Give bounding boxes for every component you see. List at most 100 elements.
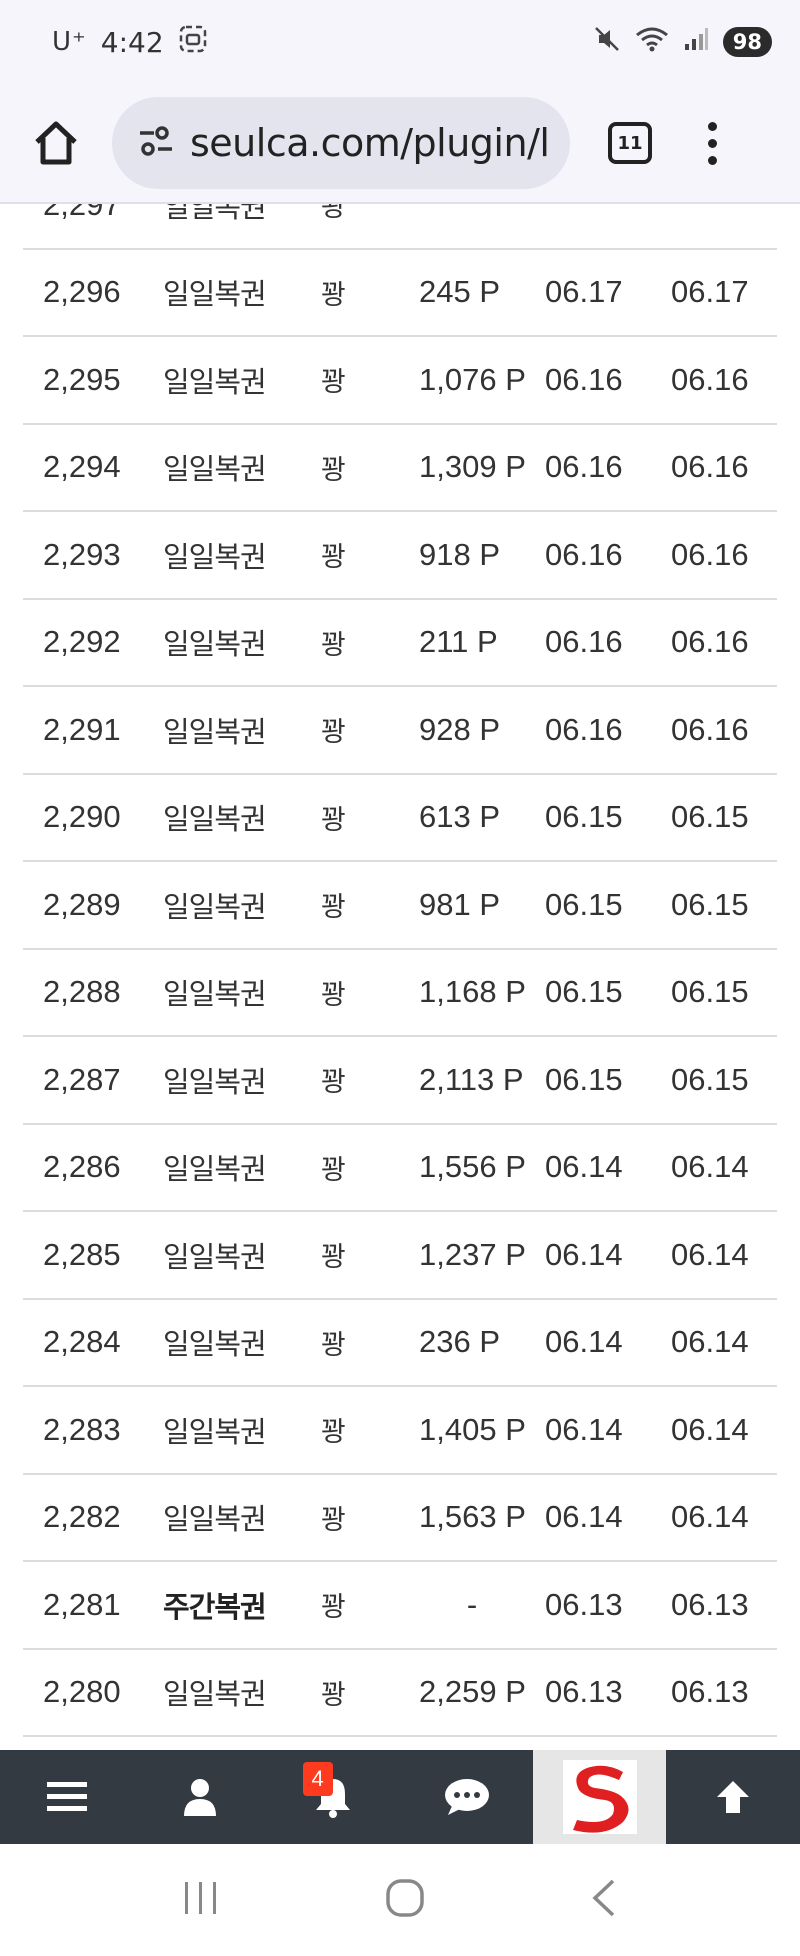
home-button[interactable] <box>20 107 92 179</box>
issued-date: 06.14 <box>671 1411 749 1447</box>
table-row: 2,281 주간복권 꽝 - 06.13 06.13 <box>23 1562 777 1650</box>
issued-date: 06.15 <box>671 886 749 922</box>
draw-date: 06.14 <box>545 1324 623 1360</box>
points-awarded: 981 P <box>419 886 501 922</box>
result-label: 꽝 <box>321 454 346 486</box>
lottery-type: 주간복권 <box>163 1589 267 1624</box>
table-row: 2,295 일일복권 꽝 1,076 P 06.16 06.16 <box>23 337 777 425</box>
entry-number: 2,285 <box>43 1236 121 1272</box>
back-button[interactable] <box>589 1878 619 1922</box>
s-logo-icon <box>572 1765 629 1833</box>
entry-number: 2,291 <box>43 711 121 747</box>
issued-date: 06.14 <box>671 1324 749 1360</box>
wifi-icon <box>635 25 669 60</box>
points-awarded: 1,076 P <box>419 361 526 397</box>
points-awarded: 1,309 P <box>419 449 526 485</box>
home-system-button[interactable] <box>384 1877 426 1923</box>
carrier-label: U⁺ <box>52 27 87 57</box>
result-label: 꽝 <box>321 542 346 574</box>
issued-date: 06.14 <box>671 1236 749 1272</box>
battery-badge: 98 <box>722 27 772 57</box>
issued-date: 06.17 <box>671 274 749 310</box>
points-awarded: 2,113 P <box>419 1061 524 1097</box>
entry-number: 2,290 <box>43 799 121 835</box>
lottery-type: 일일복권 <box>163 1064 267 1099</box>
entry-number: 2,295 <box>43 361 121 397</box>
points-awarded: 613 P <box>419 799 501 835</box>
table-row: 2,285 일일복권 꽝 1,237 P 06.14 06.14 <box>23 1212 777 1300</box>
table-row: 2,292 일일복권 꽝 211 P 06.16 06.16 <box>23 600 777 687</box>
url-text: seulca.com/plugin/l <box>190 121 550 165</box>
points-awarded: 918 P <box>419 536 501 572</box>
table-row: 2,290 일일복권 꽝 613 P 06.15 06.15 <box>23 775 777 862</box>
lottery-type: 일일복권 <box>163 627 267 662</box>
address-bar[interactable]: seulca.com/plugin/l <box>112 97 570 189</box>
more-options-button[interactable] <box>708 121 717 165</box>
scroll-top-button[interactable] <box>666 1750 799 1844</box>
arrow-up-icon <box>717 1781 750 1813</box>
entry-number: 2,280 <box>43 1674 121 1710</box>
draw-date: 06.15 <box>545 1061 623 1097</box>
chat-bubble-icon <box>444 1779 489 1815</box>
points-awarded: - <box>466 1586 478 1622</box>
lottery-type: 일일복권 <box>163 1152 267 1187</box>
site-settings-icon[interactable] <box>136 123 176 163</box>
table-row: 2,297 일일복권 꽝 <box>23 204 777 250</box>
lottery-type: 일일복권 <box>163 204 267 224</box>
points-awarded: 1,237 P <box>419 1236 526 1272</box>
user-icon <box>183 1779 216 1816</box>
status-bar: U⁺ 4:42 98 <box>0 0 800 84</box>
more-dot-icon <box>708 155 717 165</box>
issued-date: 06.13 <box>671 1586 749 1622</box>
more-dot-icon <box>708 138 717 148</box>
result-label: 꽝 <box>321 717 346 749</box>
lottery-type: 일일복권 <box>163 452 267 487</box>
points-awarded: 236 P <box>419 1324 501 1360</box>
draw-date: 06.14 <box>545 1499 623 1535</box>
chat-button[interactable] <box>400 1750 533 1844</box>
lottery-type: 일일복권 <box>163 277 267 312</box>
recent-apps-button[interactable] <box>181 1880 221 1920</box>
points-awarded: 1,563 P <box>419 1499 526 1535</box>
issued-date: 06.16 <box>671 536 749 572</box>
table-row: 2,280 일일복권 꽝 2,259 P 06.13 06.13 <box>23 1650 777 1737</box>
site-logo-button[interactable] <box>533 1750 667 1844</box>
result-label: 꽝 <box>321 892 346 924</box>
entry-number: 2,289 <box>43 886 121 922</box>
back-chevron-icon <box>592 1879 614 1917</box>
result-label: 꽝 <box>321 1679 346 1711</box>
entry-number: 2,286 <box>43 1149 121 1185</box>
status-left: U⁺ 4:42 <box>52 24 208 61</box>
issued-date: 06.14 <box>671 1149 749 1185</box>
signal-icon <box>683 26 709 59</box>
site-logo <box>562 1760 637 1834</box>
entry-number: 2,297 <box>43 204 121 222</box>
draw-date: 06.14 <box>545 1236 623 1272</box>
draw-date: 06.16 <box>545 449 623 485</box>
table-row: 2,284 일일복권 꽝 236 P 06.14 06.14 <box>23 1300 777 1387</box>
notifications-button[interactable]: 4 <box>267 1750 400 1844</box>
table-row: 2,279일일복권꽝970 P06.1306.13 <box>23 1737 777 1750</box>
lottery-type: 일일복권 <box>163 1414 267 1449</box>
result-label: 꽝 <box>321 204 346 224</box>
issued-date: 06.15 <box>671 1061 749 1097</box>
system-nav-bar <box>0 1844 800 1956</box>
table-row: 2,294 일일복권 꽝 1,309 P 06.16 06.16 <box>23 425 777 512</box>
clock: 4:42 <box>100 25 164 59</box>
menu-button[interactable] <box>0 1750 133 1844</box>
profile-button[interactable] <box>133 1750 266 1844</box>
table-row: 2,283 일일복권 꽝 1,405 P 06.14 06.14 <box>23 1387 777 1475</box>
issued-date: 06.15 <box>671 974 749 1010</box>
lottery-type: 일일복권 <box>163 1502 267 1537</box>
entry-number: 2,281 <box>43 1586 121 1622</box>
draw-date: 06.16 <box>545 536 623 572</box>
tab-switcher-button[interactable]: 11 <box>608 122 652 164</box>
issued-date: 06.16 <box>671 711 749 747</box>
draw-date: 06.14 <box>545 1411 623 1447</box>
hamburger-icon <box>46 1782 87 1811</box>
points-awarded: 1,168 P <box>419 974 526 1010</box>
points-awarded: 1,556 P <box>419 1149 526 1185</box>
result-label: 꽝 <box>321 1504 346 1536</box>
issued-date: 06.16 <box>671 449 749 485</box>
table-row: 2,293 일일복권 꽝 918 P 06.16 06.16 <box>23 512 777 600</box>
